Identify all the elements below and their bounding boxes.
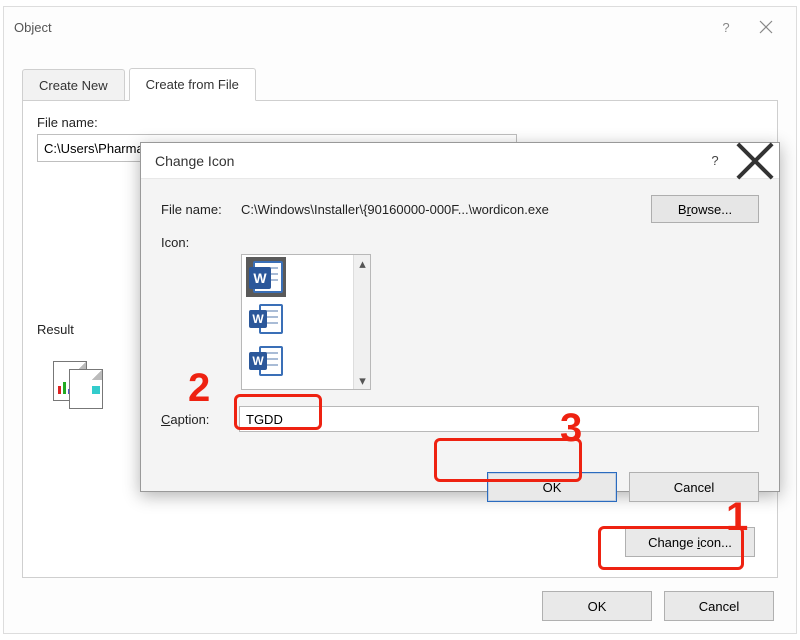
ci-file-name-label: File name:: [161, 202, 231, 217]
scroll-down-icon[interactable]: ▾: [354, 372, 371, 389]
change-icon-body: File name: C:\Windows\Installer\{9016000…: [141, 179, 779, 448]
help-button[interactable]: ?: [706, 10, 746, 44]
ok-button[interactable]: OK: [487, 472, 617, 502]
change-icon-button[interactable]: Change icon...: [625, 527, 755, 557]
caption-value: TGDD: [246, 412, 283, 427]
file-name-value: C:\Users\Pharma: [44, 141, 144, 156]
tabs-row: Create New Create from File: [4, 47, 796, 101]
change-icon-dialog: Change Icon ? File name: C:\Windows\Inst…: [140, 142, 780, 492]
caption-label: Caption:: [161, 412, 239, 427]
scroll-up-icon[interactable]: ▴: [354, 255, 371, 272]
object-title: Object: [14, 20, 52, 35]
tab-label: Create from File: [146, 77, 239, 92]
browse-label: Browse...: [678, 202, 732, 217]
icon-list-label: Icon:: [161, 235, 231, 250]
cancel-label: Cancel: [674, 480, 714, 495]
word-icon: W: [249, 260, 283, 294]
word-document-icon: W: [249, 302, 283, 336]
icon-option-word-doc-2[interactable]: W: [246, 341, 286, 381]
ok-button[interactable]: OK: [542, 591, 652, 621]
tab-create-new[interactable]: Create New: [22, 69, 125, 101]
object-titlebar: Object ?: [4, 7, 796, 47]
change-icon-titlebar: Change Icon ?: [141, 143, 779, 179]
cancel-label: Cancel: [699, 599, 739, 614]
ci-file-name-value: C:\Windows\Installer\{90160000-000F...\w…: [241, 202, 641, 217]
close-button[interactable]: [735, 145, 775, 177]
help-icon: ?: [722, 20, 729, 35]
result-preview-icon: [53, 361, 109, 407]
help-button[interactable]: ?: [695, 145, 735, 177]
close-icon: [759, 20, 773, 34]
cancel-button[interactable]: Cancel: [629, 472, 759, 502]
file-name-label: File name:: [37, 115, 763, 130]
ok-label: OK: [543, 480, 562, 495]
close-icon: [735, 141, 775, 181]
icon-list[interactable]: W W W ▴ ▾: [241, 254, 371, 390]
icon-option-word-large[interactable]: W: [246, 257, 286, 297]
tab-create-from-file[interactable]: Create from File: [129, 68, 256, 101]
cancel-button[interactable]: Cancel: [664, 591, 774, 621]
object-dialog-footer: OK Cancel: [542, 591, 774, 621]
word-document-icon: W: [249, 344, 283, 378]
change-icon-label: Change icon...: [648, 535, 732, 550]
browse-button[interactable]: Browse...: [651, 195, 759, 223]
help-icon: ?: [711, 153, 718, 168]
change-icon-title: Change Icon: [155, 153, 695, 169]
icon-option-word-doc-1[interactable]: W: [246, 299, 286, 339]
icon-list-scrollbar[interactable]: ▴ ▾: [353, 255, 370, 389]
ok-label: OK: [588, 599, 607, 614]
change-icon-footer: OK Cancel: [141, 472, 779, 502]
close-button[interactable]: [746, 10, 786, 44]
caption-input[interactable]: TGDD: [239, 406, 759, 432]
tab-label: Create New: [39, 78, 108, 93]
